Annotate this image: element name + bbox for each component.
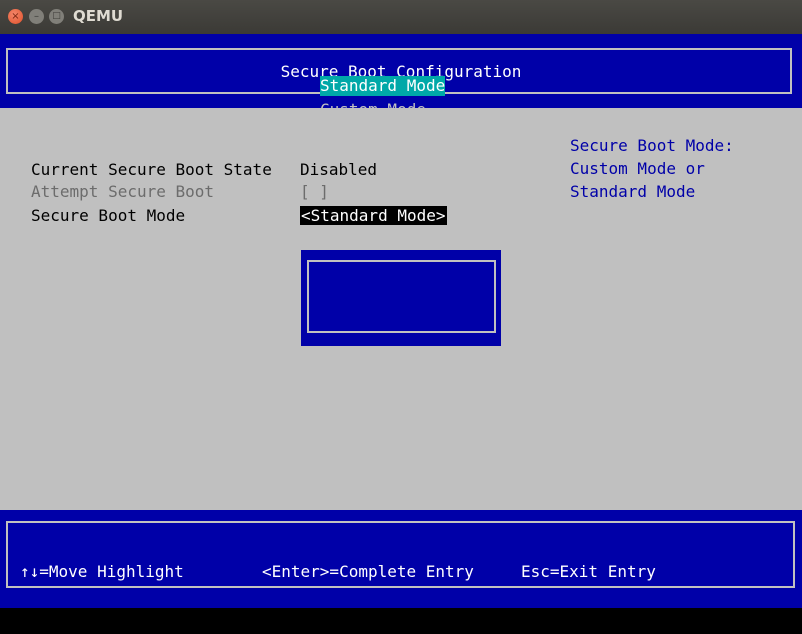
attempt-secure-boot-checkbox[interactable]: [ ] [300, 182, 329, 201]
option-custom-mode[interactable]: Custom Mode [320, 100, 426, 120]
window-titlebar: × – □ QEMU [0, 0, 802, 35]
bios-screen: Secure Boot Configuration Current Secure… [0, 34, 802, 634]
maximize-window-button[interactable]: □ [49, 9, 64, 24]
secure-boot-mode-selector[interactable]: <Standard Mode> [300, 206, 447, 225]
setting-value-current-state: Disabled [300, 160, 378, 179]
help-panel: Secure Boot Mode: Custom Mode or Standar… [570, 134, 734, 203]
setting-label-current-state: Current Secure Boot State [31, 160, 272, 179]
help-line: Standard Mode [570, 182, 696, 201]
exit-entry-hint: Esc=Exit Entry [521, 562, 656, 581]
close-window-button[interactable]: × [8, 9, 23, 24]
complete-entry-hint: <Enter>=Complete Entry [262, 562, 474, 581]
popup-frame [307, 260, 496, 333]
bottom-strip [0, 608, 802, 634]
setting-label-secure-boot-mode: Secure Boot Mode [31, 206, 186, 225]
move-highlight-hint: ↑↓=Move Highlight [20, 562, 184, 581]
help-line: Secure Boot Mode: [570, 136, 734, 155]
secure-boot-mode-value: <Standard Mode> [300, 206, 447, 225]
mode-options-popup [301, 250, 501, 346]
option-standard-mode[interactable]: Standard Mode [320, 76, 446, 96]
page-header: Secure Boot Configuration [0, 34, 802, 108]
minimize-window-button[interactable]: – [29, 9, 44, 24]
setting-label-attempt-secure-boot: Attempt Secure Boot [31, 182, 215, 201]
help-line: Custom Mode or [570, 159, 705, 178]
window-title: QEMU [73, 7, 124, 25]
key-hint-bar: ↑↓=Move Highlight <Enter>=Complete Entry… [0, 510, 802, 608]
